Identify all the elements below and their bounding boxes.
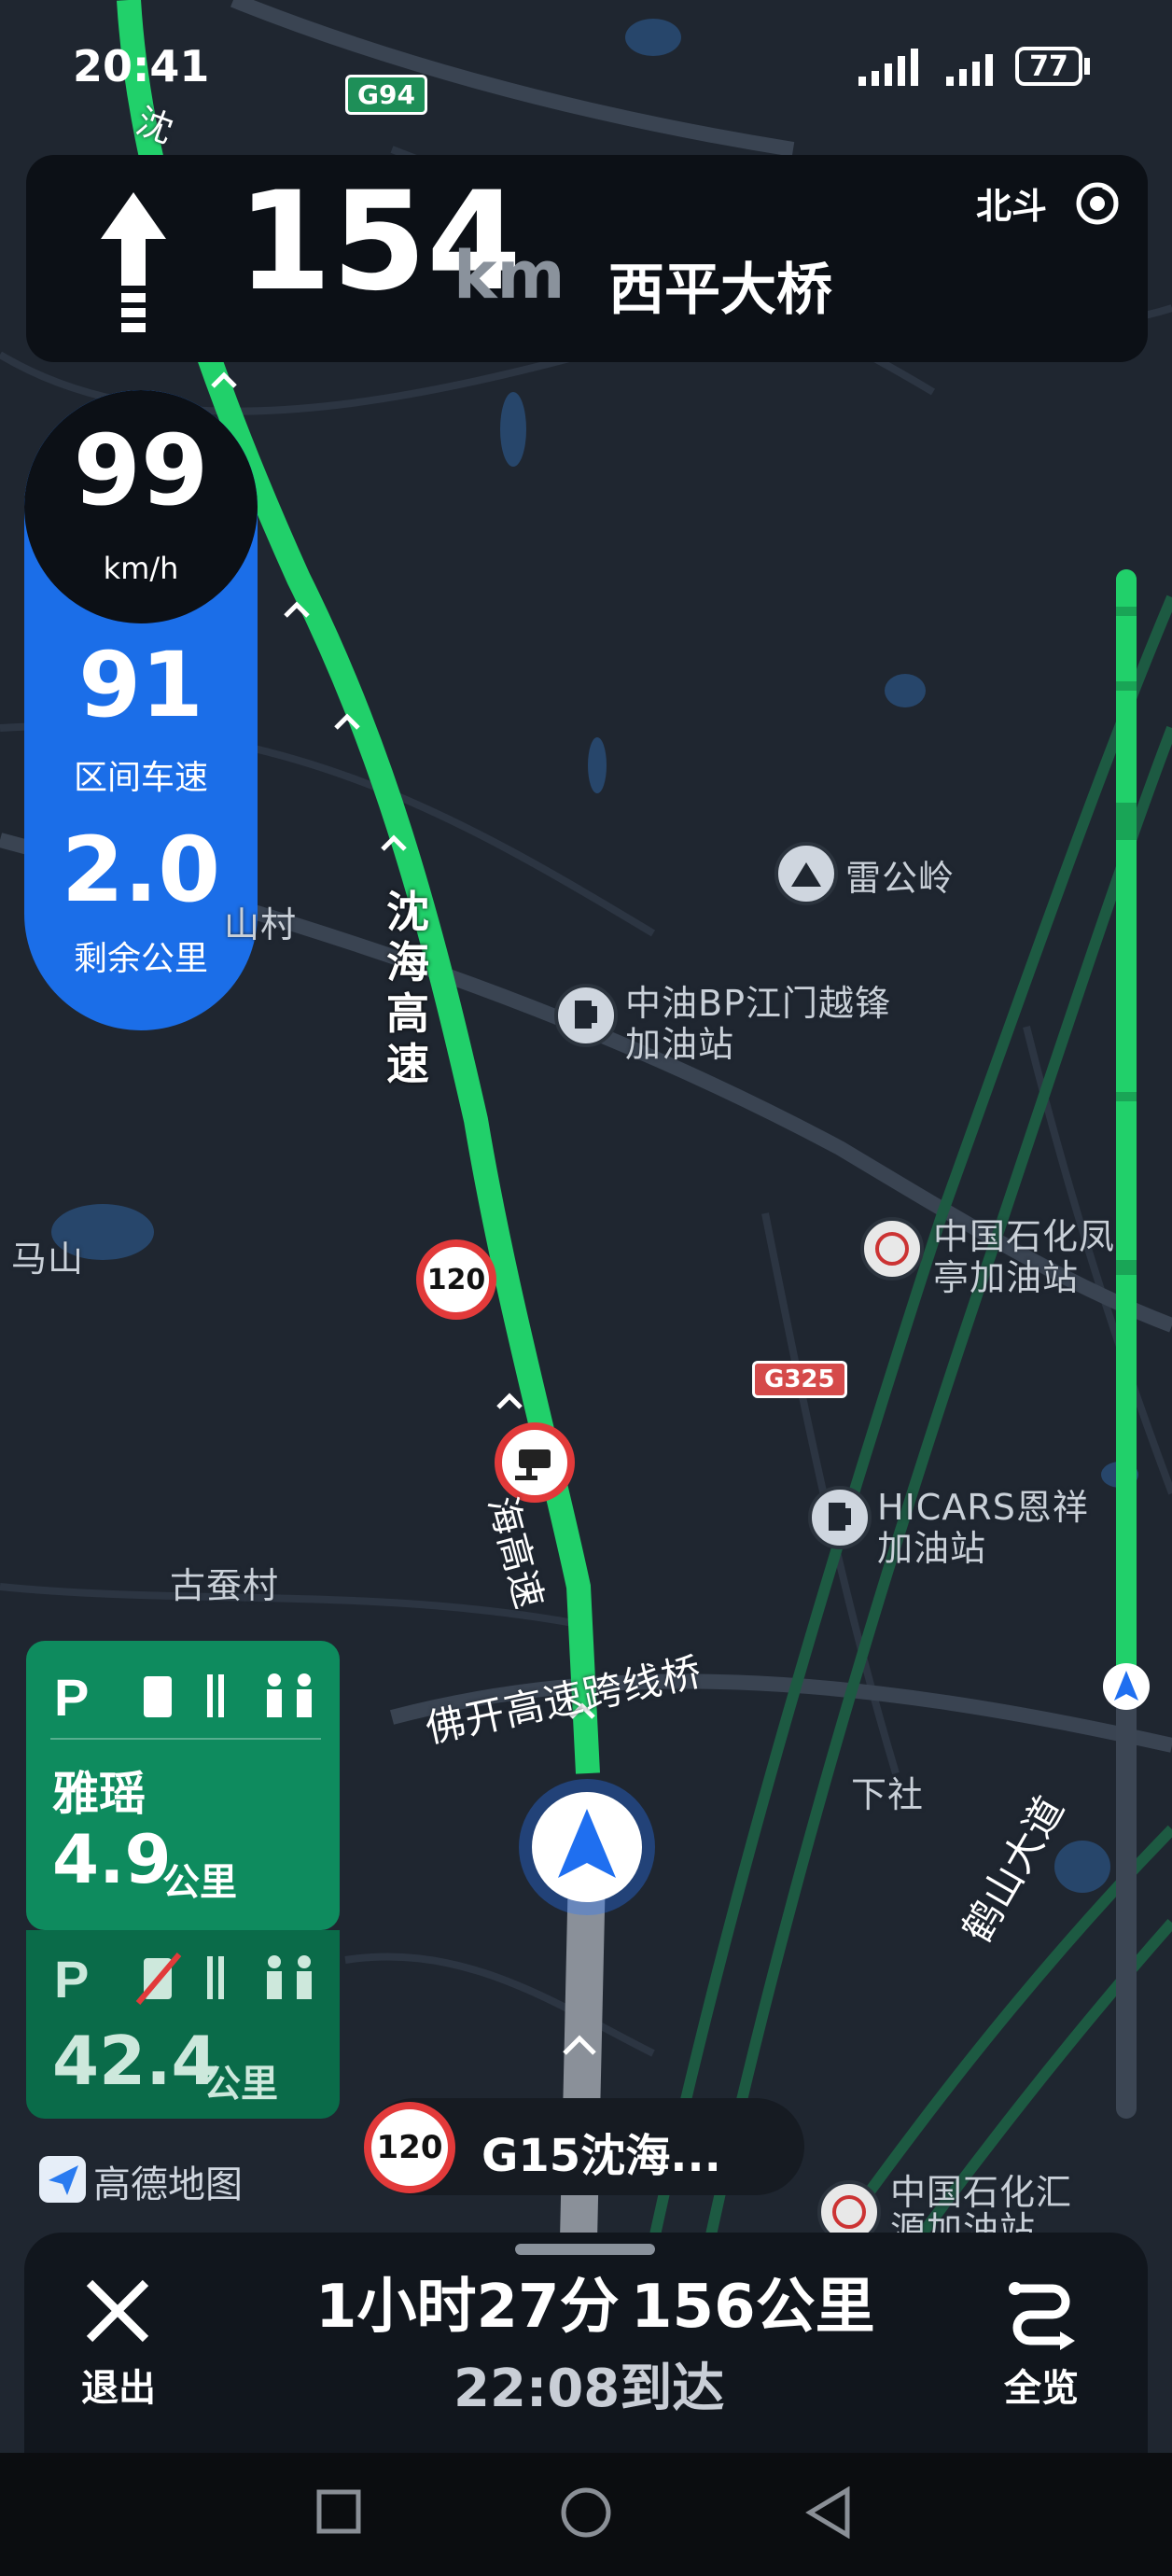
- speed-limit-sign: 120: [416, 1239, 496, 1320]
- drag-handle[interactable]: [515, 2244, 655, 2255]
- status-time: 20:41: [73, 41, 210, 91]
- satellite-icon: [1075, 181, 1120, 226]
- speed-panel: 99 km/h 91 区间车速 2.0 剩余公里: [24, 390, 258, 1030]
- section-avg-label: 区间车速: [73, 759, 208, 797]
- car-position-marker: [532, 1792, 642, 1902]
- service-area-distance: 4.9: [52, 1820, 172, 1898]
- service-divider: [50, 1738, 321, 1740]
- signal-icon: [858, 49, 933, 86]
- svg-text:P: P: [54, 1668, 96, 1723]
- current-speed: 99: [73, 413, 209, 527]
- fuel-icon[interactable]: [554, 984, 618, 1047]
- system-nav-bar: [0, 2453, 1172, 2576]
- speed-unit: km/h: [103, 551, 179, 586]
- guidance-panel[interactable]: 154 km 西平大桥 北斗: [26, 155, 1148, 362]
- fuel-icon-2[interactable]: [808, 1486, 872, 1549]
- current-road-chip[interactable]: 120 G15沈海...: [364, 2098, 804, 2195]
- service-area-2-unit: 公里: [203, 2063, 278, 2106]
- poi-sinopec-line2[interactable]: 亭加油站: [933, 1249, 1079, 1300]
- highway-char-2: 海: [386, 937, 429, 988]
- service-facilities-icons: P: [54, 1667, 325, 1727]
- highway-char-1: 沈: [386, 887, 429, 937]
- straight-arrow-icon: [101, 192, 166, 332]
- service-area-unit: 公里: [162, 1861, 237, 1904]
- road-shield-g94: G94: [345, 75, 427, 115]
- map-label-mashan: 马山: [11, 1239, 85, 1280]
- progress-car-icon: [1103, 1663, 1150, 1710]
- service-area-name: 雅瑶: [52, 1767, 146, 1821]
- recents-icon[interactable]: [315, 2488, 362, 2535]
- poi-leigongling[interactable]: 雷公岭: [845, 849, 955, 901]
- highway-char-4: 速: [386, 1038, 429, 1089]
- svg-text:P: P: [54, 1950, 89, 2005]
- map-label-xiashe: 下社: [851, 1774, 925, 1815]
- section-avg-speed: 91: [78, 633, 203, 737]
- exit-button[interactable]: 退出: [67, 2358, 170, 2412]
- signal-icon-2: [946, 49, 1021, 86]
- battery-icon: 77: [1015, 47, 1082, 86]
- road-chip-speed-limit: 120: [364, 2102, 455, 2193]
- trip-duration: 1小时27分: [315, 2273, 620, 2342]
- positioning-label: 北斗: [976, 186, 1048, 227]
- poi-bp-station-line2[interactable]: 加油站: [625, 1015, 734, 1067]
- map-label-gucancun: 古蚕村: [170, 1565, 280, 1606]
- road-shield-g325: G325: [752, 1361, 847, 1398]
- speed-camera-icon: [495, 1422, 575, 1503]
- remaining-label: 剩余公里: [73, 940, 208, 978]
- trip-distance: 156公里: [631, 2273, 875, 2342]
- remaining-distance: 2.0: [61, 818, 221, 922]
- overview-button[interactable]: 全览: [985, 2358, 1097, 2412]
- battery-tip: [1084, 58, 1090, 75]
- poi-hicars-line2[interactable]: 加油站: [877, 1519, 986, 1571]
- battery-level: 77: [1029, 49, 1068, 83]
- overview-icon[interactable]: [1002, 2272, 1081, 2350]
- highway-name-vertical: 沈 海 高 速: [384, 887, 431, 1089]
- brand-name: 高德地图: [93, 2163, 243, 2206]
- turn-distance-unit: km: [453, 237, 565, 314]
- highway-char-3: 高: [386, 987, 429, 1039]
- amap-logo-icon: [39, 2156, 86, 2203]
- map-label-village: 山村: [224, 904, 298, 945]
- current-speed-circle: 99 km/h: [24, 390, 258, 623]
- next-road-name: 西平大桥: [608, 258, 832, 323]
- service-facilities-icons-2: P: [54, 1949, 325, 2009]
- service-area-2-distance: 42.4: [52, 2022, 218, 2100]
- arrival-time: 22:08到达: [453, 2359, 725, 2419]
- service-area-card-2[interactable]: P 42.4 公里: [26, 1930, 340, 2119]
- back-icon[interactable]: [804, 2485, 853, 2540]
- trip-bar: 退出 1小时27分 156公里 22:08到达 全览: [24, 2233, 1148, 2453]
- close-icon[interactable]: [80, 2274, 155, 2348]
- service-area-card-1[interactable]: P 雅瑶 4.9 公里: [26, 1641, 340, 1930]
- mountain-icon[interactable]: [774, 842, 838, 905]
- current-road-name: G15沈海...: [481, 2130, 721, 2182]
- home-icon[interactable]: [560, 2486, 612, 2539]
- sinopec-icon[interactable]: [860, 1217, 924, 1281]
